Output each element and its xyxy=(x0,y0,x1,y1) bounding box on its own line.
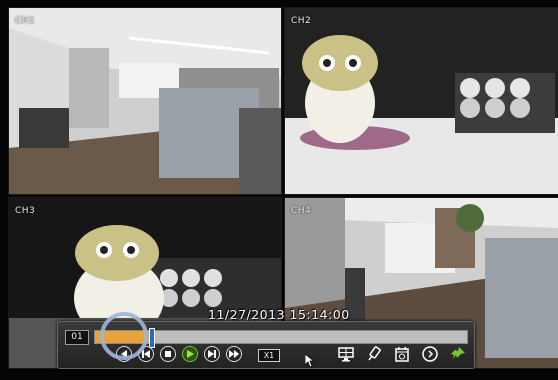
monitor-layout-icon xyxy=(338,347,354,362)
playback-speed[interactable]: X1 xyxy=(258,349,280,362)
search-calendar-button[interactable] xyxy=(392,344,412,364)
pin-toggle-button[interactable] xyxy=(448,344,468,364)
channel-label: CH3 xyxy=(15,206,36,216)
mouse-cursor-icon xyxy=(305,354,315,368)
exit-button[interactable] xyxy=(420,344,440,364)
play-button[interactable] xyxy=(182,346,198,362)
click-highlight-ring xyxy=(100,312,148,360)
exit-icon xyxy=(422,346,438,362)
step-forward-icon xyxy=(208,350,216,358)
stop-icon xyxy=(165,351,171,357)
channel-label: CH1 xyxy=(15,16,36,26)
fast-forward-icon xyxy=(229,350,239,358)
stop-button[interactable] xyxy=(160,346,176,362)
play-icon xyxy=(187,350,194,358)
channel-label: CH4 xyxy=(291,206,312,216)
channel-label: CH2 xyxy=(291,16,312,26)
channel-select[interactable]: 01 xyxy=(65,330,89,345)
playback-timeline[interactable] xyxy=(94,328,468,348)
camera-view-ch1[interactable]: CH1 xyxy=(8,7,282,195)
monitor-layout-button[interactable] xyxy=(336,344,356,364)
step-forward-button[interactable] xyxy=(204,346,220,362)
usb-backup-button[interactable] xyxy=(364,344,384,364)
fast-forward-button[interactable] xyxy=(226,346,242,362)
pin-toggle-icon xyxy=(451,347,465,359)
playback-timestamp: 11/27/2013 15:14:00 xyxy=(208,307,350,322)
ch1-scene-image xyxy=(9,8,281,194)
ch2-scene-image xyxy=(285,8,558,194)
search-calendar-icon xyxy=(395,347,409,362)
camera-view-ch2[interactable]: CH2 xyxy=(284,7,558,195)
timeline-cursor[interactable] xyxy=(148,328,155,348)
usb-backup-icon xyxy=(368,346,381,361)
